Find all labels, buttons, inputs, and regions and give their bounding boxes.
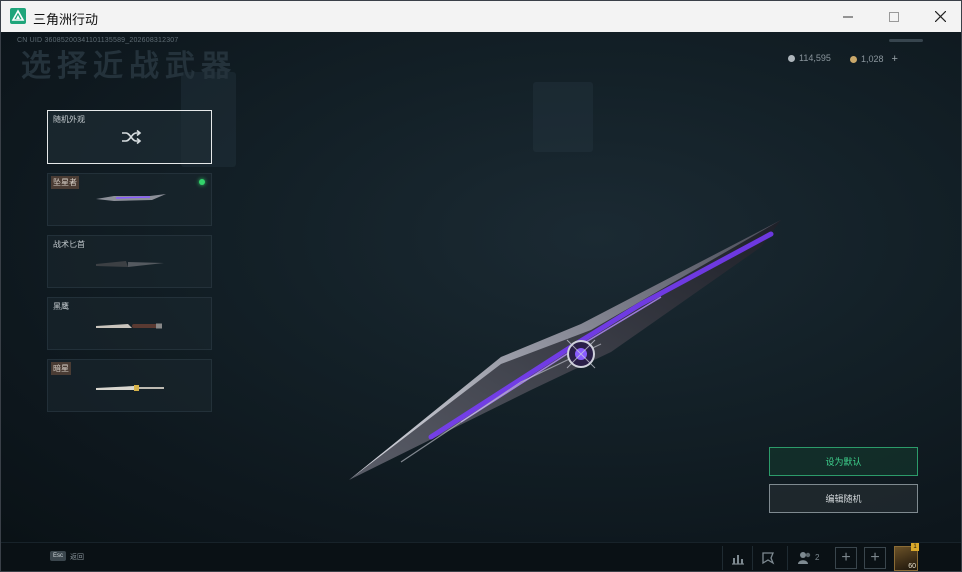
friend-count: 2 xyxy=(815,553,820,562)
app-logo-icon xyxy=(10,8,26,24)
knife-icon xyxy=(96,323,162,329)
close-button[interactable] xyxy=(917,1,961,32)
weapon-item-random[interactable]: 随机外观 xyxy=(47,110,212,164)
equipped-indicator xyxy=(199,179,205,185)
game-window: 三角洲行动 CN UID 3608520034110113558​9_20260… xyxy=(0,0,962,572)
window-title: 三角洲行动 xyxy=(33,12,99,27)
add-slot-button[interactable]: + xyxy=(835,547,857,569)
bottom-bar: Esc 返回 2 + + 1 60 xyxy=(1,542,961,571)
knife-preview-image xyxy=(349,220,781,480)
plus-icon: + xyxy=(870,549,880,566)
currency-gold-value: 1,028 xyxy=(861,54,884,64)
shuffle-icon xyxy=(122,129,142,145)
weapon-item-tactical-dagger[interactable]: 战术匕首 xyxy=(47,235,212,288)
avatar[interactable]: 1 60 xyxy=(894,543,919,571)
maximize-icon xyxy=(889,11,899,22)
esc-key-hint[interactable]: Esc xyxy=(50,551,67,561)
currency-gold[interactable]: 1,028 + xyxy=(850,53,898,65)
weapon-select-screen: CN UID 3608520034110113558​9_20260831230… xyxy=(1,32,961,542)
weapon-label: 随机外观 xyxy=(53,115,85,124)
notification-badge: 1 xyxy=(911,543,919,551)
edit-random-button[interactable]: 编辑随机 xyxy=(769,484,918,513)
silver-coin-icon xyxy=(788,54,795,62)
divider xyxy=(787,546,788,570)
emote-icon[interactable] xyxy=(760,550,776,566)
minimize-icon xyxy=(843,16,853,17)
add-currency-button[interactable]: + xyxy=(892,53,898,65)
page-title: 选择近战武器 xyxy=(21,50,237,83)
weapon-label: 战术匕首 xyxy=(53,240,85,249)
weapon-label: 黑鹰 xyxy=(53,302,69,311)
minimize-button[interactable] xyxy=(825,1,871,32)
title-bar: 三角洲行动 xyxy=(1,1,961,32)
weapon-item-darkstar[interactable]: 暗星 xyxy=(47,359,212,412)
divider xyxy=(722,546,723,570)
set-default-button[interactable]: 设为默认 xyxy=(769,447,918,476)
plus-icon: + xyxy=(841,549,851,566)
close-icon xyxy=(934,11,946,22)
weapon-item-blackhawk[interactable]: 黑鹰 xyxy=(47,297,212,350)
friends-icon[interactable] xyxy=(797,550,813,566)
hud-indicator xyxy=(889,39,923,42)
weapon-label: 暗星 xyxy=(51,362,71,375)
add-slot-button[interactable]: + xyxy=(864,547,886,569)
weapon-item-starfall[interactable]: 坠星者 xyxy=(47,173,212,226)
weapon-label: 坠星者 xyxy=(51,176,79,189)
back-label[interactable]: 返回 xyxy=(70,552,84,562)
maximize-button[interactable] xyxy=(871,1,917,32)
currency-silver[interactable]: 114,595 xyxy=(788,53,831,63)
player-level: 60 xyxy=(908,563,916,570)
knife-icon xyxy=(96,194,166,201)
gold-coin-icon xyxy=(850,55,857,63)
background-panel xyxy=(533,82,593,152)
knife-icon xyxy=(96,261,164,267)
stats-icon[interactable] xyxy=(730,550,746,566)
currency-silver-value: 114,595 xyxy=(799,53,831,63)
divider xyxy=(752,546,753,570)
knife-icon xyxy=(96,385,164,391)
